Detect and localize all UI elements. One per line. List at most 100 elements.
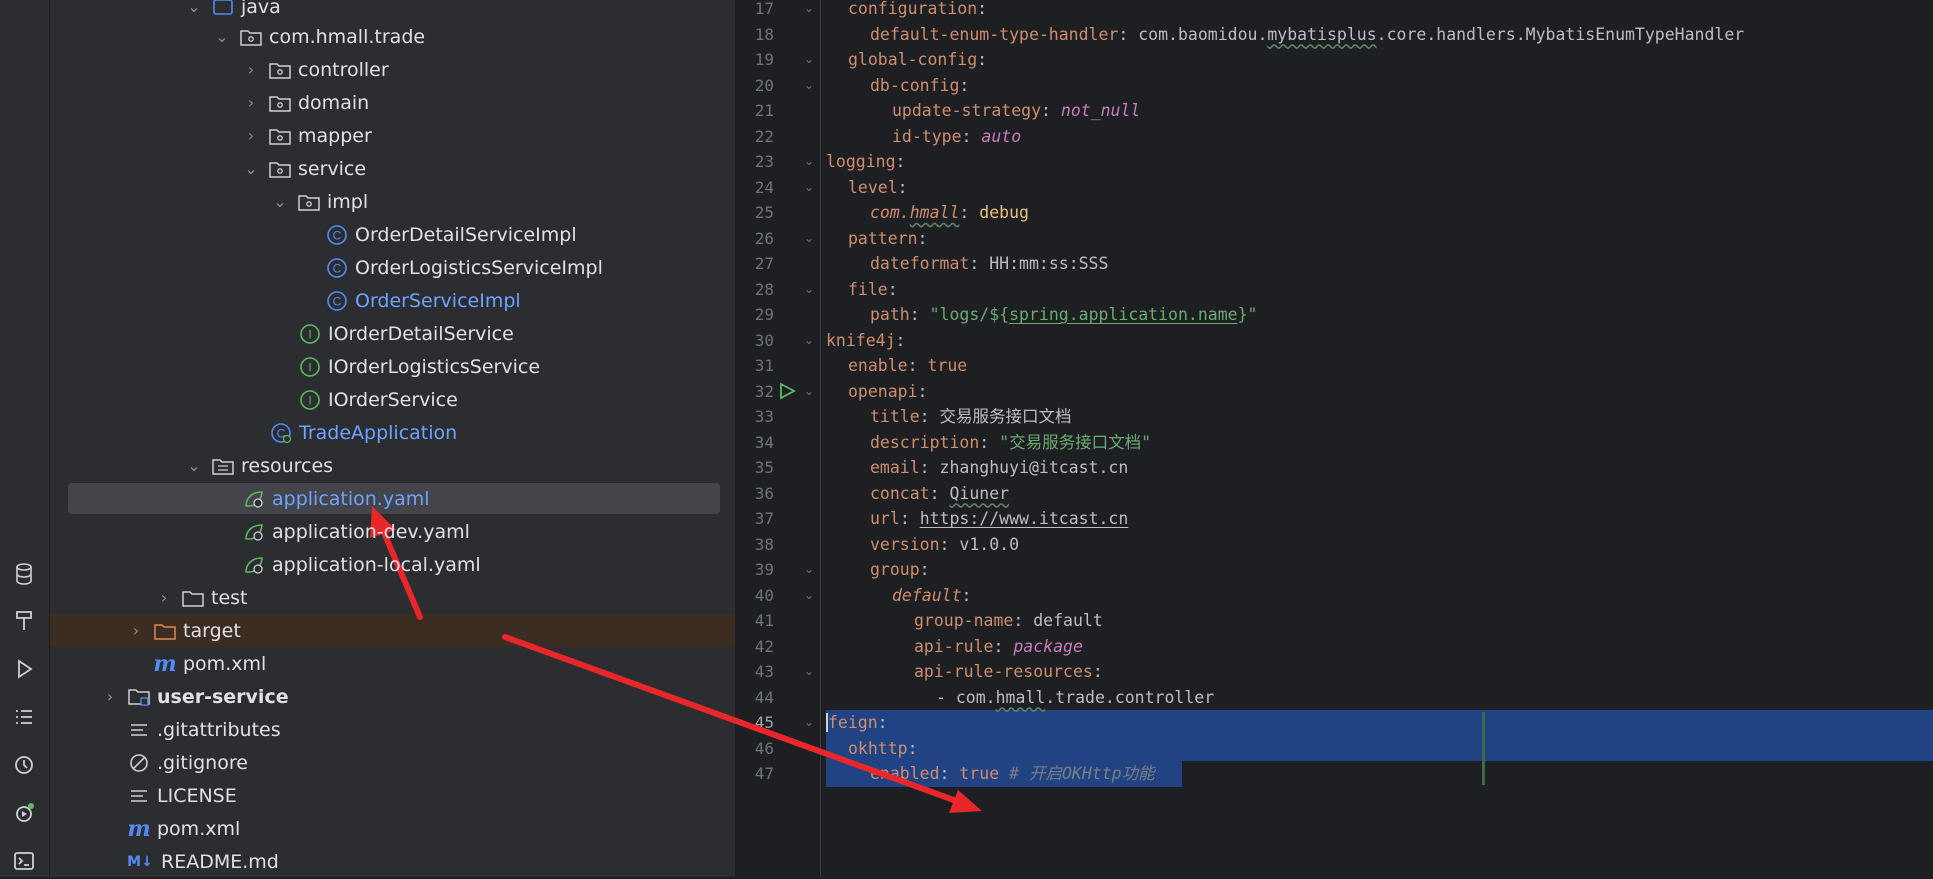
yaml-value: zhanghuyi@itcast.cn	[939, 458, 1129, 477]
terminal-icon[interactable]	[12, 850, 36, 874]
yaml-value: }"	[1237, 305, 1258, 324]
tree-item-application-local-yaml[interactable]: application-local.yaml	[50, 548, 735, 581]
tree-item-application-yaml[interactable]: application.yaml	[50, 482, 735, 515]
run-gutter-icon[interactable]	[778, 382, 796, 404]
tree-item-class[interactable]: C OrderLogisticsServiceImpl	[50, 251, 735, 284]
chevron-down-icon[interactable]: ⌄	[243, 159, 259, 178]
yaml-comment: # 开启OKHttp功能	[1009, 764, 1155, 783]
fold-icon[interactable]: ⌄	[803, 175, 815, 200]
chevron-right-icon[interactable]: ›	[243, 60, 259, 79]
tree-item-controller[interactable]: › controller	[50, 53, 735, 86]
tree-item-resources[interactable]: ⌄ resources	[50, 449, 735, 482]
chevron-down-icon[interactable]: ⌄	[272, 192, 288, 211]
debug-service-icon[interactable]	[12, 802, 36, 826]
code-line: title: 交易服务接口文档	[870, 407, 1072, 426]
code-line: update-strategy: not_null	[892, 101, 1141, 120]
tree-item-readme[interactable]: M↓ README.md	[50, 845, 735, 877]
maven-icon: m	[127, 815, 151, 842]
fold-icon[interactable]: ⌄	[803, 226, 815, 251]
run-icon[interactable]	[12, 658, 36, 682]
chevron-down-icon[interactable]: ⌄	[186, 0, 202, 16]
code-editor[interactable]: 17 18 19 20 21 22 23 24 25 26 27 28 29 3…	[737, 0, 1933, 877]
fold-icon[interactable]: ⌄	[803, 710, 815, 735]
tree-item-label: IOrderDetailService	[328, 322, 514, 345]
line-number: 36	[754, 483, 774, 503]
yaml-key: id-type	[892, 126, 962, 146]
yaml-key: file	[848, 279, 888, 299]
fold-icon[interactable]: ⌄	[803, 557, 815, 582]
tree-item-module-pom[interactable]: m pom.xml	[50, 647, 735, 680]
fold-icon[interactable]: ⌄	[803, 659, 815, 684]
tree-item-class[interactable]: C OrderServiceImpl	[50, 284, 735, 317]
tree-item-package[interactable]: ⌄ com.hmall.trade	[50, 20, 735, 53]
code-line: logging:	[826, 152, 906, 171]
tree-item-test[interactable]: › test	[50, 581, 735, 614]
fold-icon[interactable]: ⌄	[803, 47, 815, 72]
fold-icon[interactable]: ⌄	[803, 583, 815, 608]
tree-item-interface[interactable]: I IOrderLogisticsService	[50, 350, 735, 383]
chevron-down-icon[interactable]: ⌄	[186, 456, 202, 475]
todo-list-icon[interactable]	[12, 706, 36, 730]
yaml-value: spring.application.name	[1009, 305, 1238, 324]
yaml-key: knife4j	[826, 330, 896, 350]
yaml-value[interactable]: https://www.itcast.cn	[920, 509, 1129, 528]
selection-highlight	[826, 735, 1933, 761]
tree-item-service[interactable]: ⌄ service	[50, 152, 735, 185]
code-line: path: "logs/${spring.application.name}"	[870, 305, 1258, 324]
tree-item-gitattributes[interactable]: .gitattributes	[50, 713, 735, 746]
class-icon: C	[326, 290, 348, 312]
yaml-key: description	[870, 432, 980, 452]
tree-item-root-pom[interactable]: m pom.xml	[50, 812, 735, 845]
fold-icon[interactable]: ⌄	[803, 0, 815, 21]
fold-icon[interactable]: ⌄	[803, 73, 815, 98]
package-icon	[240, 26, 262, 48]
code-line: global-config:	[848, 50, 988, 69]
chevron-right-icon[interactable]: ›	[243, 126, 259, 145]
yaml-value: default	[1033, 611, 1103, 630]
fold-icon[interactable]: ⌄	[803, 149, 815, 174]
chevron-right-icon[interactable]: ›	[243, 93, 259, 112]
chevron-right-icon[interactable]: ›	[102, 687, 118, 706]
code-line: default:	[892, 585, 972, 605]
services-icon[interactable]	[12, 754, 36, 778]
line-number: 35	[754, 458, 774, 477]
tree-item-interface[interactable]: I IOrderService	[50, 383, 735, 416]
tree-item-target[interactable]: › target	[50, 614, 735, 647]
text-file-icon	[128, 719, 150, 741]
tree-item-domain[interactable]: › domain	[50, 86, 735, 119]
line-number: 25	[754, 203, 774, 222]
tree-item-label: .gitignore	[157, 751, 248, 774]
tree-item-app-class[interactable]: C TradeApplication	[50, 416, 735, 449]
build-icon[interactable]	[12, 610, 36, 634]
fold-icon[interactable]: ⌄	[803, 328, 815, 353]
tree-item-label: resources	[241, 454, 334, 477]
yaml-key: configuration	[848, 0, 978, 18]
tree-item-label: user-service	[157, 685, 289, 708]
line-number: 26	[754, 228, 774, 248]
tree-item-impl[interactable]: ⌄ impl	[50, 185, 735, 218]
tree-item-label: target	[183, 619, 241, 642]
tree-item-gitignore[interactable]: .gitignore	[50, 746, 735, 779]
line-number: 37	[754, 509, 774, 528]
fold-icon[interactable]: ⌄	[803, 379, 815, 404]
tree-item-mapper[interactable]: › mapper	[50, 119, 735, 152]
project-tree: ⌄ java ⌄ com.hmall.trade › controller › …	[50, 0, 735, 877]
yaml-key: enabled	[870, 764, 940, 783]
tree-item-license[interactable]: LICENSE	[50, 779, 735, 812]
chevron-right-icon[interactable]: ›	[156, 588, 172, 607]
yaml-value: debug	[979, 203, 1029, 222]
database-icon[interactable]	[12, 563, 36, 587]
tree-item-interface[interactable]: I IOrderDetailService	[50, 317, 735, 350]
tree-item-application-dev-yaml[interactable]: application-dev.yaml	[50, 515, 735, 548]
yaml-key: pattern	[848, 228, 918, 248]
yaml-value: hmall	[995, 687, 1046, 707]
tree-item-label: controller	[298, 58, 389, 81]
tree-item-user-service[interactable]: › user-service	[50, 680, 735, 713]
tree-item-class[interactable]: C OrderDetailServiceImpl	[50, 218, 735, 251]
chevron-right-icon[interactable]: ›	[128, 621, 144, 640]
maven-icon: m	[153, 650, 177, 677]
chevron-down-icon[interactable]: ⌄	[214, 27, 230, 46]
yaml-key: concat	[870, 483, 930, 503]
fold-icon[interactable]: ⌄	[803, 277, 815, 302]
yaml-key: default	[892, 585, 962, 605]
